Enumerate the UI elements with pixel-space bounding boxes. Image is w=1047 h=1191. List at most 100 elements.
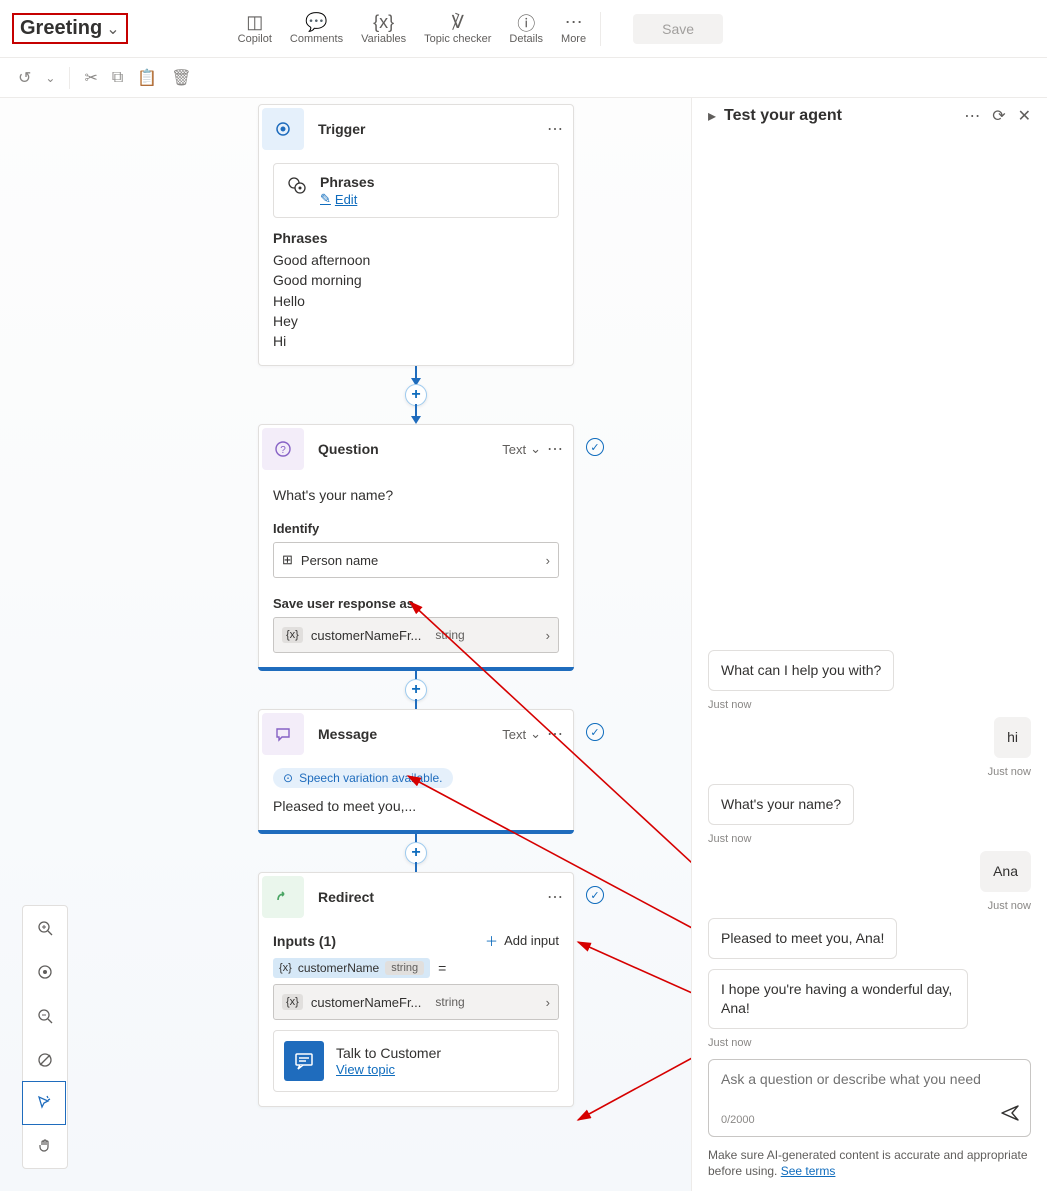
speech-icon: ⊙ — [283, 771, 293, 785]
more-label: More — [561, 33, 586, 45]
zoom-fit-button[interactable] — [23, 950, 67, 994]
char-count: 0/2000 — [721, 1114, 1018, 1126]
details-button[interactable]: ⓘ Details — [509, 13, 543, 45]
undo-chevron-icon[interactable]: ⌄ — [45, 71, 55, 85]
node-more-icon[interactable]: ⋯ — [547, 724, 563, 744]
topic-name-dropdown[interactable]: Greeting ⌄ — [12, 13, 128, 44]
speech-variation-pill[interactable]: ⊙Speech variation available. — [273, 768, 453, 788]
add-node-button[interactable]: + — [405, 679, 427, 701]
bot-message[interactable]: I hope you're having a wonderful day, An… — [708, 969, 968, 1029]
response-type-dropdown[interactable]: Text ⌄ — [502, 441, 541, 457]
node-more-icon[interactable]: ⋯ — [547, 439, 563, 459]
bot-message[interactable]: What's your name? — [708, 784, 854, 825]
node-more-icon[interactable]: ⋯ — [547, 119, 563, 139]
copilot-icon: ◫ — [246, 13, 263, 33]
info-icon: ⓘ — [517, 13, 535, 33]
zoom-out-button[interactable] — [23, 994, 67, 1038]
user-message[interactable]: hi — [994, 717, 1031, 758]
question-title: Question — [318, 441, 502, 457]
undo-button[interactable]: ↺ — [18, 68, 31, 88]
redirect-target-name: Talk to Customer — [336, 1045, 441, 1061]
phrase-item: Good afternoon — [273, 250, 559, 270]
redirect-target-card[interactable]: Talk to Customer View topic — [273, 1030, 559, 1092]
more-button[interactable]: ⋯ More — [561, 13, 586, 45]
select-tool-button[interactable] — [22, 1081, 66, 1125]
save-as-label: Save user response as — [273, 596, 559, 611]
copy-button[interactable]: ⧉ — [112, 69, 123, 87]
trigger-node[interactable]: Trigger ⋯ Phrases ✎Edit — [258, 104, 574, 366]
executed-check-icon: ✓ — [586, 723, 604, 741]
user-message[interactable]: Ana — [980, 851, 1031, 892]
question-icon: ? — [262, 428, 304, 470]
save-button[interactable]: Save — [633, 14, 723, 44]
chevron-right-icon: › — [546, 995, 550, 1010]
details-label: Details — [509, 33, 543, 45]
variable-icon: {x} — [282, 627, 303, 643]
comments-button[interactable]: 💬 Comments — [290, 13, 343, 45]
input-value-field[interactable]: {x} customerNameFr... string › — [273, 984, 559, 1020]
chevron-down-icon: ⌄ — [106, 19, 119, 39]
view-topic-link[interactable]: View topic — [336, 1062, 395, 1077]
see-terms-link[interactable]: See terms — [781, 1164, 836, 1178]
zoom-in-button[interactable] — [23, 906, 67, 950]
refresh-icon[interactable]: ⟳ — [992, 106, 1005, 126]
save-as-field[interactable]: {x} customerNameFr... string › — [273, 617, 559, 653]
phrases-card-title: Phrases — [320, 174, 374, 190]
node-accent — [258, 830, 574, 834]
send-button[interactable] — [1000, 1103, 1020, 1128]
entity-icon: ⊞ — [282, 552, 293, 568]
edit-label: Edit — [335, 192, 357, 207]
copilot-button[interactable]: ◫ Copilot — [238, 13, 272, 45]
phrases-card[interactable]: Phrases ✎Edit — [273, 163, 559, 218]
authoring-canvas[interactable]: Trigger ⋯ Phrases ✎Edit — [0, 98, 692, 1191]
node-more-icon[interactable]: ⋯ — [547, 887, 563, 907]
chevron-down-icon: ⌄ — [530, 726, 541, 742]
topic-name: Greeting — [20, 17, 102, 40]
identify-label: Identify — [273, 521, 559, 536]
bot-message[interactable]: What can I help you with? — [708, 650, 894, 691]
redirect-title: Redirect — [318, 889, 547, 905]
variable-icon: {x} — [282, 994, 303, 1010]
reset-view-button[interactable] — [23, 1038, 67, 1082]
response-type-label: Text — [502, 442, 526, 457]
compose-box[interactable]: Ask a question or describe what you need… — [708, 1059, 1031, 1137]
inputs-label: Inputs (1) — [273, 933, 336, 949]
paste-button[interactable]: 📋 — [137, 68, 157, 88]
edit-phrases-link[interactable]: ✎Edit — [320, 191, 357, 207]
delete-button[interactable]: 🗑 — [171, 68, 191, 88]
pan-tool-button[interactable] — [23, 1124, 67, 1168]
disclaimer-text: Make sure AI-generated content is accura… — [708, 1148, 1028, 1178]
timestamp: Just now — [708, 699, 751, 711]
identify-field[interactable]: ⊞ Person name › — [273, 542, 559, 578]
close-icon[interactable]: ✕ — [1018, 106, 1031, 126]
timestamp: Just now — [988, 900, 1031, 912]
cut-button[interactable]: ✂ — [84, 68, 97, 88]
compose-placeholder: Ask a question or describe what you need — [721, 1070, 1018, 1108]
add-node-button[interactable]: + — [405, 384, 427, 406]
question-node[interactable]: ? Question Text ⌄ ⋯ What's your name? Ide… — [258, 424, 574, 667]
input-variable-chip[interactable]: {x}customerNamestring — [273, 958, 430, 978]
message-title: Message — [318, 726, 502, 742]
input-value-name: customerNameFr... — [311, 995, 422, 1010]
add-node-button[interactable]: + — [405, 842, 427, 864]
message-text[interactable]: Pleased to meet you,... — [273, 796, 559, 816]
collapse-icon[interactable]: ▸ — [708, 106, 716, 126]
input-variable-type: string — [385, 961, 424, 975]
question-prompt[interactable]: What's your name? — [273, 483, 559, 513]
disclaimer: Make sure AI-generated content is accura… — [708, 1147, 1031, 1179]
message-node[interactable]: Message Text ⌄ ⋯ ⊙Speech variation availa… — [258, 709, 574, 830]
add-input-button[interactable]: ＋Add input — [485, 931, 559, 950]
canvas-tool-palette — [22, 905, 68, 1169]
message-type-dropdown[interactable]: Text ⌄ — [502, 726, 541, 742]
executed-check-icon: ✓ — [586, 886, 604, 904]
topic-checker-button[interactable]: ℣ Topic checker — [424, 13, 491, 45]
panel-more-icon[interactable]: ⋯ — [964, 106, 980, 126]
svg-text:?: ? — [280, 445, 286, 456]
redirect-node[interactable]: Redirect ⋯ Inputs (1) ＋Add input {x}cust… — [258, 872, 574, 1107]
comment-icon: 💬 — [305, 13, 327, 33]
test-panel: ▸ Test your agent ⋯ ⟳ ✕ What can I help … — [692, 98, 1047, 1191]
chevron-down-icon: ⌄ — [530, 441, 541, 457]
message-type-label: Text — [502, 727, 526, 742]
variables-button[interactable]: {x} Variables — [361, 13, 406, 45]
bot-message[interactable]: Pleased to meet you, Ana! — [708, 918, 897, 959]
